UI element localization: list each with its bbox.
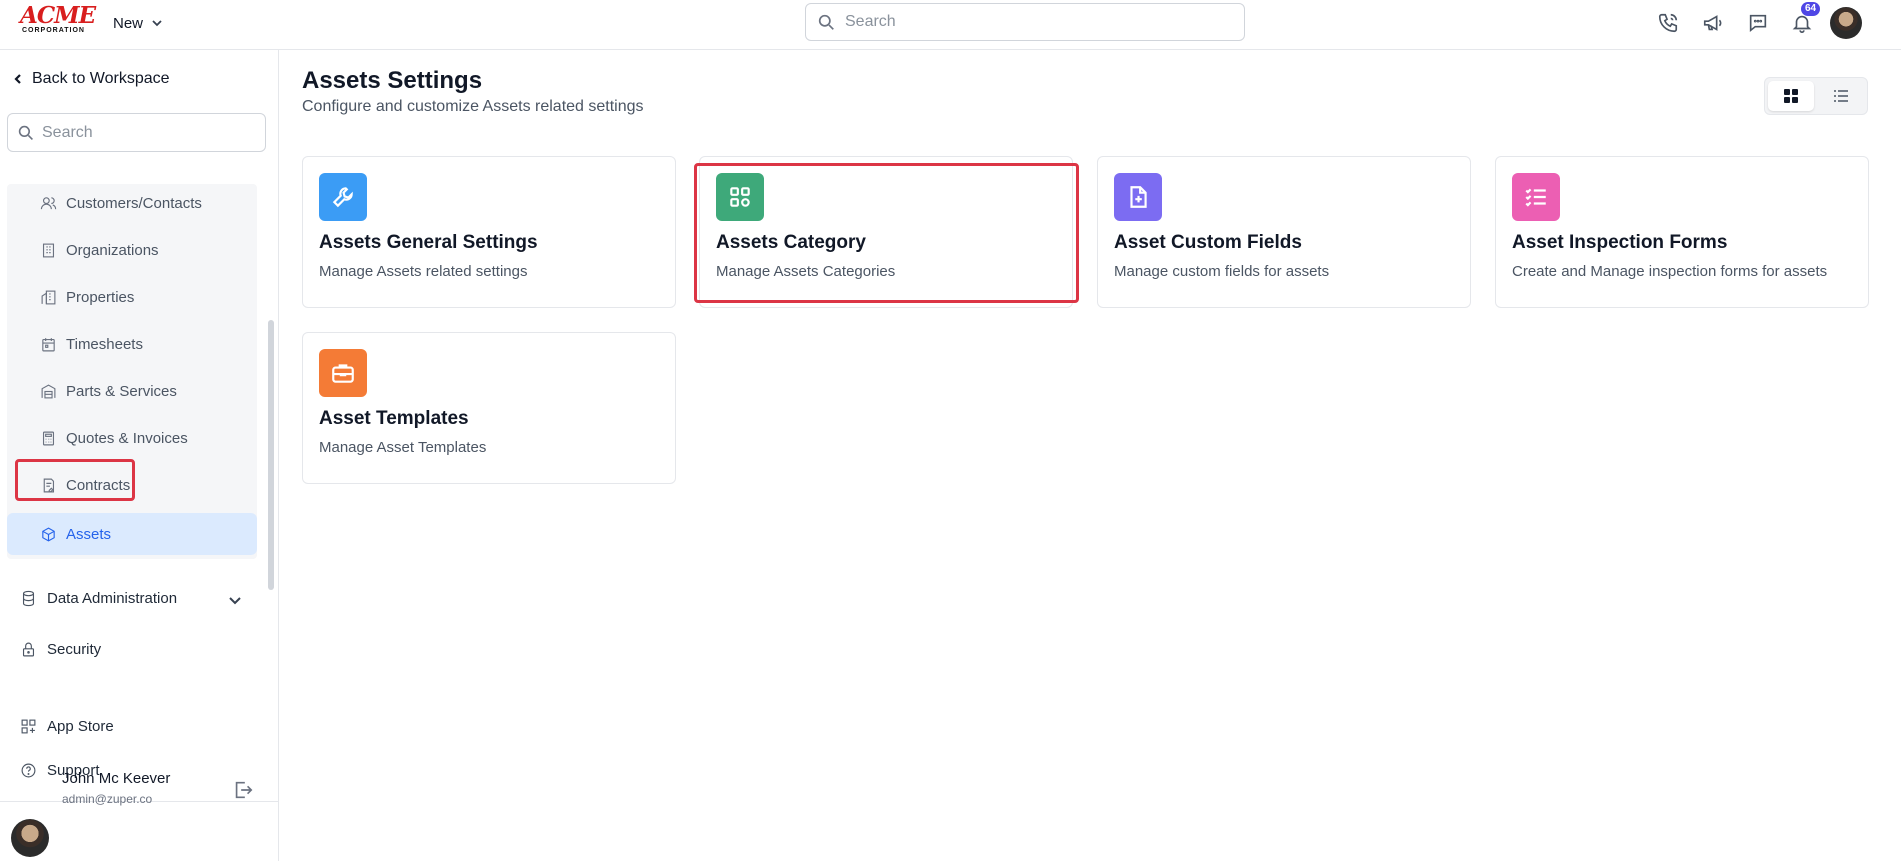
card-assets-general-settings[interactable]: Assets General Settings Manage Assets re… (302, 156, 676, 308)
logo-brand: ACME (20, 2, 96, 29)
notification-badge: 64 (1801, 2, 1821, 16)
sidebar-item-timesheets[interactable]: Timesheets (7, 325, 257, 363)
sidebar-item-label: Parts & Services (66, 382, 177, 400)
calculator-icon (42, 431, 55, 445)
chevron-left-icon (14, 74, 21, 84)
card-title: Asset Inspection Forms (1512, 232, 1728, 253)
lock-icon (22, 642, 35, 657)
sidebar-section-app-store[interactable]: App Store (20, 718, 114, 735)
page-title: Assets Settings (302, 67, 483, 94)
sidebar-item-quotes-invoices[interactable]: Quotes & Invoices (7, 419, 257, 457)
sidebar-item-assets[interactable]: Assets (7, 513, 257, 555)
card-title: Assets Category (716, 232, 866, 253)
file-plus-icon (1114, 173, 1162, 221)
card-title: Asset Templates (319, 408, 469, 429)
page-subtitle: Configure and customize Assets related s… (302, 98, 644, 115)
sidebar-item-label: Customers/Contacts (66, 194, 202, 212)
sidebar-item-label: Organizations (66, 241, 159, 259)
warehouse-icon (41, 383, 56, 398)
list-view-button[interactable] (1818, 81, 1864, 111)
sidebar-section-label: Security (47, 641, 102, 658)
search-icon (818, 14, 834, 30)
top-bar: ACME CORPORATION New 64 (0, 0, 1901, 50)
sidebar: Back to Workspace Customers/Contacts Org… (0, 50, 279, 861)
contract-icon (43, 478, 55, 492)
help-icon (21, 763, 36, 778)
building-icon (42, 243, 55, 257)
database-icon (22, 590, 35, 607)
grid-view-icon (1784, 89, 1798, 103)
chat-icon[interactable] (1745, 10, 1771, 36)
list-view-icon (1834, 90, 1848, 102)
user-name: John Mc Keever (62, 770, 171, 787)
sidebar-item-customers-contacts[interactable]: Customers/Contacts (7, 184, 257, 222)
sidebar-scrollbar[interactable] (268, 320, 274, 590)
apps-icon (21, 719, 36, 734)
card-description: Manage Assets related settings (319, 263, 528, 280)
sidebar-item-label: Contracts (66, 476, 131, 494)
sidebar-search[interactable] (7, 113, 266, 152)
logo-subtitle: CORPORATION (22, 27, 85, 34)
sidebar-section-label: App Store (47, 718, 114, 735)
sidebar-search-input[interactable] (42, 123, 242, 142)
chevron-down-icon[interactable] (228, 593, 242, 607)
sidebar-item-contracts[interactable]: Contracts (7, 466, 257, 504)
card-description: Manage Asset Templates (319, 439, 487, 456)
card-description: Create and Manage inspection forms for a… (1512, 263, 1828, 280)
card-title: Assets General Settings (319, 232, 538, 253)
view-toggle (1764, 77, 1868, 115)
user-email: admin@zuper.co (62, 792, 153, 806)
wrench-icon (319, 173, 367, 221)
card-asset-inspection-forms[interactable]: Asset Inspection Forms Create and Manage… (1495, 156, 1869, 308)
footer-avatar[interactable] (11, 819, 49, 857)
sidebar-item-label: Quotes & Invoices (66, 429, 188, 447)
sidebar-section-security[interactable]: Security (20, 641, 101, 658)
sidebar-item-properties[interactable]: Properties (7, 278, 257, 316)
bell-icon[interactable]: 64 (1789, 2, 1821, 36)
sidebar-item-parts-services[interactable]: Parts & Services (7, 372, 257, 410)
cube-icon (42, 526, 55, 542)
back-to-workspace-label: Back to Workspace (32, 70, 170, 87)
megaphone-icon[interactable] (1700, 10, 1726, 36)
user-avatar[interactable] (1830, 7, 1862, 39)
card-title: Asset Custom Fields (1114, 232, 1302, 253)
users-icon (40, 196, 57, 209)
search-icon (18, 125, 33, 140)
grid-view-button[interactable] (1768, 81, 1814, 111)
sidebar-item-label: Properties (66, 288, 135, 306)
global-search[interactable] (805, 3, 1245, 41)
property-icon (41, 290, 56, 304)
sidebar-item-label: Assets (66, 525, 112, 543)
sidebar-item-label: Timesheets (66, 335, 143, 353)
grid-icon (716, 173, 764, 221)
checklist-icon (1512, 173, 1560, 221)
back-to-workspace-link[interactable]: Back to Workspace (12, 70, 170, 88)
sidebar-section-data-administration[interactable]: Data Administration (20, 590, 177, 607)
logout-icon[interactable] (232, 779, 254, 801)
global-search-input[interactable] (845, 13, 1225, 31)
sidebar-section-label: Data Administration (47, 590, 178, 607)
phone-icon[interactable] (1655, 10, 1681, 36)
chevron-down-icon (152, 20, 162, 27)
new-menu-label: New (113, 14, 144, 32)
sidebar-item-organizations[interactable]: Organizations (7, 231, 257, 269)
card-asset-custom-fields[interactable]: Asset Custom Fields Manage custom fields… (1097, 156, 1471, 308)
card-description: Manage custom fields for assets (1114, 263, 1330, 280)
new-menu-button[interactable]: New (113, 12, 163, 34)
settings-nav-list: Customers/Contacts Organizations Propert… (7, 184, 257, 559)
briefcase-icon (319, 349, 367, 397)
acme-logo[interactable]: ACME CORPORATION (20, 2, 96, 36)
card-description: Manage Assets Categories (716, 263, 896, 280)
calendar-icon (42, 337, 55, 351)
card-asset-templates[interactable]: Asset Templates Manage Asset Templates (302, 332, 676, 484)
card-assets-category[interactable]: Assets Category Manage Assets Categories (699, 156, 1073, 308)
